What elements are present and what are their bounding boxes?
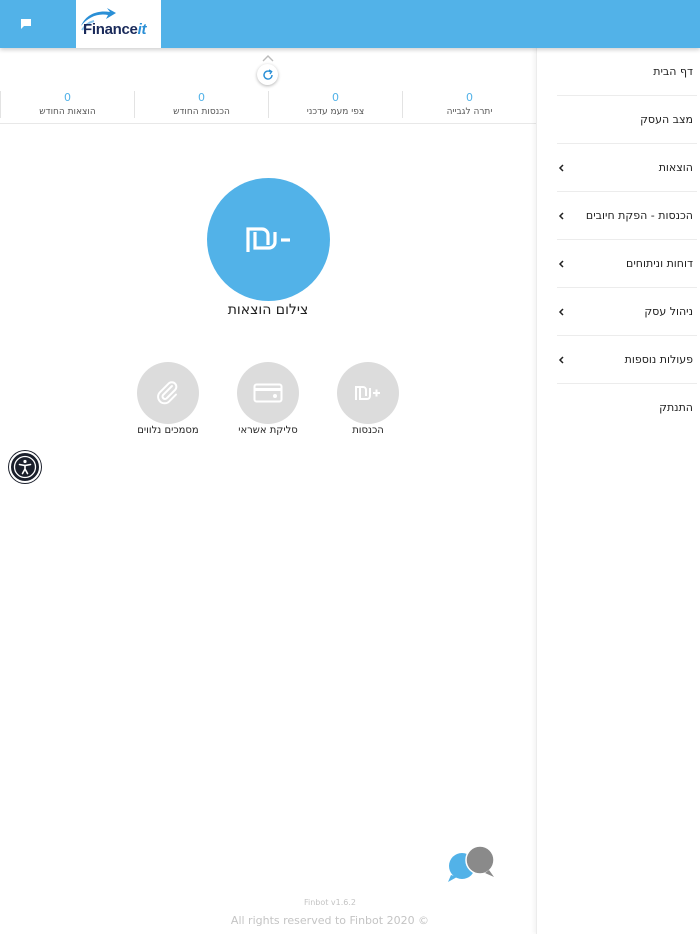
chevron-left-icon: [558, 308, 564, 316]
stats-summary: 0 יתרה לגבייה 0 צפי מעמ עדכני 0 הכנסות ה…: [0, 48, 536, 124]
stat-value: 0: [332, 91, 339, 104]
attached-documents-button[interactable]: [137, 362, 199, 424]
sidebar-item-more-actions[interactable]: פעולות נוספות: [557, 336, 697, 384]
stat-monthly-expenses: 0 הוצאות החודש: [0, 91, 134, 118]
stat-balance: 0 יתרה לגבייה: [402, 91, 536, 118]
scan-expenses-button[interactable]: [207, 178, 330, 301]
sidebar-item-label: מצב העסק: [640, 113, 693, 126]
chat-bubbles-icon: [448, 845, 495, 882]
chevron-left-icon: [558, 164, 564, 172]
chevron-left-icon: [558, 212, 564, 220]
copyright-text: All rights reserved to Finbot 2020 ©: [230, 914, 430, 927]
refresh-button[interactable]: [257, 64, 278, 85]
stat-monthly-income: 0 הכנסות החודש: [134, 91, 268, 118]
sidebar-item-home[interactable]: דף הבית: [557, 48, 697, 96]
chevron-left-icon: [558, 356, 564, 364]
logo-text: Financeit: [83, 21, 147, 38]
sidebar-item-logout[interactable]: התנתק: [557, 384, 697, 432]
stat-label: הוצאות החודש: [39, 107, 96, 117]
chat-button[interactable]: [14, 12, 38, 36]
chevron-left-icon: [558, 260, 564, 268]
credit-clearing-label: סליקת אשראי: [238, 425, 298, 436]
credit-clearing-button[interactable]: [237, 362, 299, 424]
refresh-icon: [262, 68, 273, 80]
accessibility-button[interactable]: [9, 451, 41, 483]
sidebar-item-expenses[interactable]: הוצאות: [557, 144, 697, 192]
sidebar-item-label: דוחות וניתוחים: [626, 257, 693, 270]
sidebar-menu: דף הבית מצב העסק הוצאות הכנסות - הפקת חי…: [536, 48, 700, 934]
sidebar-item-label: פעולות נוספות: [624, 353, 693, 366]
chat-icon: [21, 19, 31, 29]
accessibility-icon: [13, 455, 37, 479]
chevron-up-icon[interactable]: [261, 54, 275, 62]
finance-it-logo[interactable]: Financeit: [76, 0, 161, 48]
sidebar-item-reports[interactable]: דוחות וניתוחים: [557, 240, 697, 288]
scan-expenses-label: צילום הוצאות: [227, 302, 309, 318]
attached-documents-label: מסמכים נלווים: [137, 425, 199, 436]
sidebar-item-business-management[interactable]: ניהול עסק: [557, 288, 697, 336]
stat-value: 0: [198, 91, 205, 104]
shekel-plus-icon: [355, 386, 380, 400]
top-bar: Financeit: [0, 0, 700, 48]
sidebar-item-label: התנתק: [659, 401, 693, 414]
stat-label: יתרה לגבייה: [446, 107, 493, 117]
sidebar-item-label: הוצאות: [658, 161, 693, 174]
stat-label: צפי מעמ עדכני: [306, 107, 365, 117]
sidebar-item-label: ניהול עסק: [644, 305, 693, 318]
shekel-minus-icon: [245, 226, 290, 252]
support-chat-button[interactable]: [447, 845, 497, 885]
stat-vat-forecast: 0 צפי מעמ עדכני: [268, 91, 402, 118]
main-content: 0 יתרה לגבייה 0 צפי מעמ עדכני 0 הכנסות ה…: [0, 48, 536, 934]
credit-card-icon: [253, 383, 283, 403]
sidebar-item-income-billing[interactable]: הכנסות - הפקת חיובים: [557, 192, 697, 240]
income-label: הכנסות: [352, 425, 384, 436]
stat-label: הכנסות החודש: [173, 107, 230, 117]
stat-value: 0: [466, 91, 473, 104]
sidebar-item-business-status[interactable]: מצב העסק: [557, 96, 697, 144]
app-version: Finbot v1.6.2: [303, 898, 357, 907]
paperclip-icon: [157, 381, 178, 405]
sidebar-item-label: דף הבית: [653, 65, 693, 78]
income-button[interactable]: [337, 362, 399, 424]
stat-value: 0: [64, 91, 71, 104]
sidebar-item-label: הכנסות - הפקת חיובים: [585, 209, 693, 222]
